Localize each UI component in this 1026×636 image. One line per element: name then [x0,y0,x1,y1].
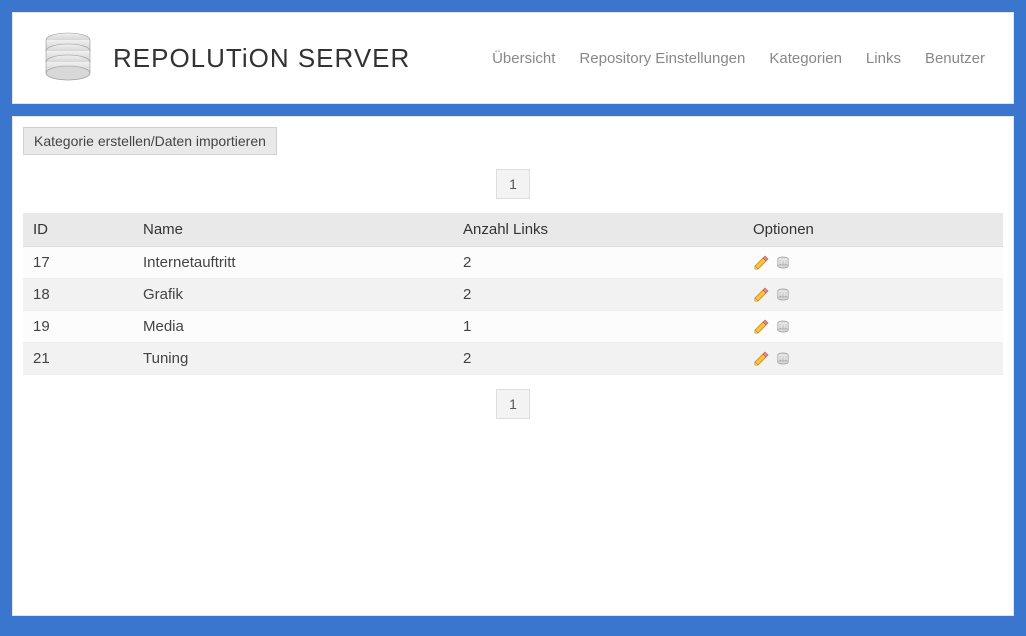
page-button[interactable]: 1 [496,389,530,419]
pager-top: 1 [23,169,1003,199]
create-category-button[interactable]: Kategorie erstellen/Daten importieren [23,127,277,155]
table-header-row: ID Name Anzahl Links Optionen [23,213,1003,247]
app-title: REPOLUTiON SERVER [113,43,410,74]
table-row: 18Grafik2 [23,279,1003,311]
table-row: 21Tuning2 [23,343,1003,375]
cell-id: 19 [23,311,133,343]
cell-options [743,311,1003,343]
col-header-name: Name [133,213,453,247]
page-button[interactable]: 1 [496,169,530,199]
cell-count: 2 [453,247,743,279]
pencil-icon[interactable] [753,319,769,335]
table-row: 17Internetauftritt2 [23,247,1003,279]
nav-categories[interactable]: Kategorien [769,50,842,67]
cell-name: Tuning [133,343,453,375]
header-bar: REPOLUTiON SERVER Übersicht Repository E… [12,12,1014,104]
logo-wrap: REPOLUTiON SERVER [41,31,410,85]
cell-id: 21 [23,343,133,375]
nav-repository-settings[interactable]: Repository Einstellungen [579,50,745,67]
cell-options [743,279,1003,311]
categories-table: ID Name Anzahl Links Optionen 17Internet… [23,213,1003,375]
cell-id: 18 [23,279,133,311]
delete-icon[interactable] [775,319,791,335]
pencil-icon[interactable] [753,351,769,367]
table-row: 19Media1 [23,311,1003,343]
cell-name: Media [133,311,453,343]
pager-bottom: 1 [23,389,1003,419]
nav-links[interactable]: Links [866,50,901,67]
delete-icon[interactable] [775,255,791,271]
database-stack-icon [41,31,95,85]
cell-count: 2 [453,279,743,311]
col-header-count: Anzahl Links [453,213,743,247]
pencil-icon[interactable] [753,287,769,303]
nav-users[interactable]: Benutzer [925,50,985,67]
content-panel: Kategorie erstellen/Daten importieren 1 … [12,116,1014,616]
cell-options [743,343,1003,375]
cell-options [743,247,1003,279]
nav-overview[interactable]: Übersicht [492,50,555,67]
col-header-id: ID [23,213,133,247]
delete-icon[interactable] [775,351,791,367]
cell-name: Internetauftritt [133,247,453,279]
cell-id: 17 [23,247,133,279]
main-nav: Übersicht Repository Einstellungen Kateg… [492,50,985,67]
col-header-options: Optionen [743,213,1003,247]
cell-name: Grafik [133,279,453,311]
cell-count: 1 [453,311,743,343]
pencil-icon[interactable] [753,255,769,271]
cell-count: 2 [453,343,743,375]
delete-icon[interactable] [775,287,791,303]
